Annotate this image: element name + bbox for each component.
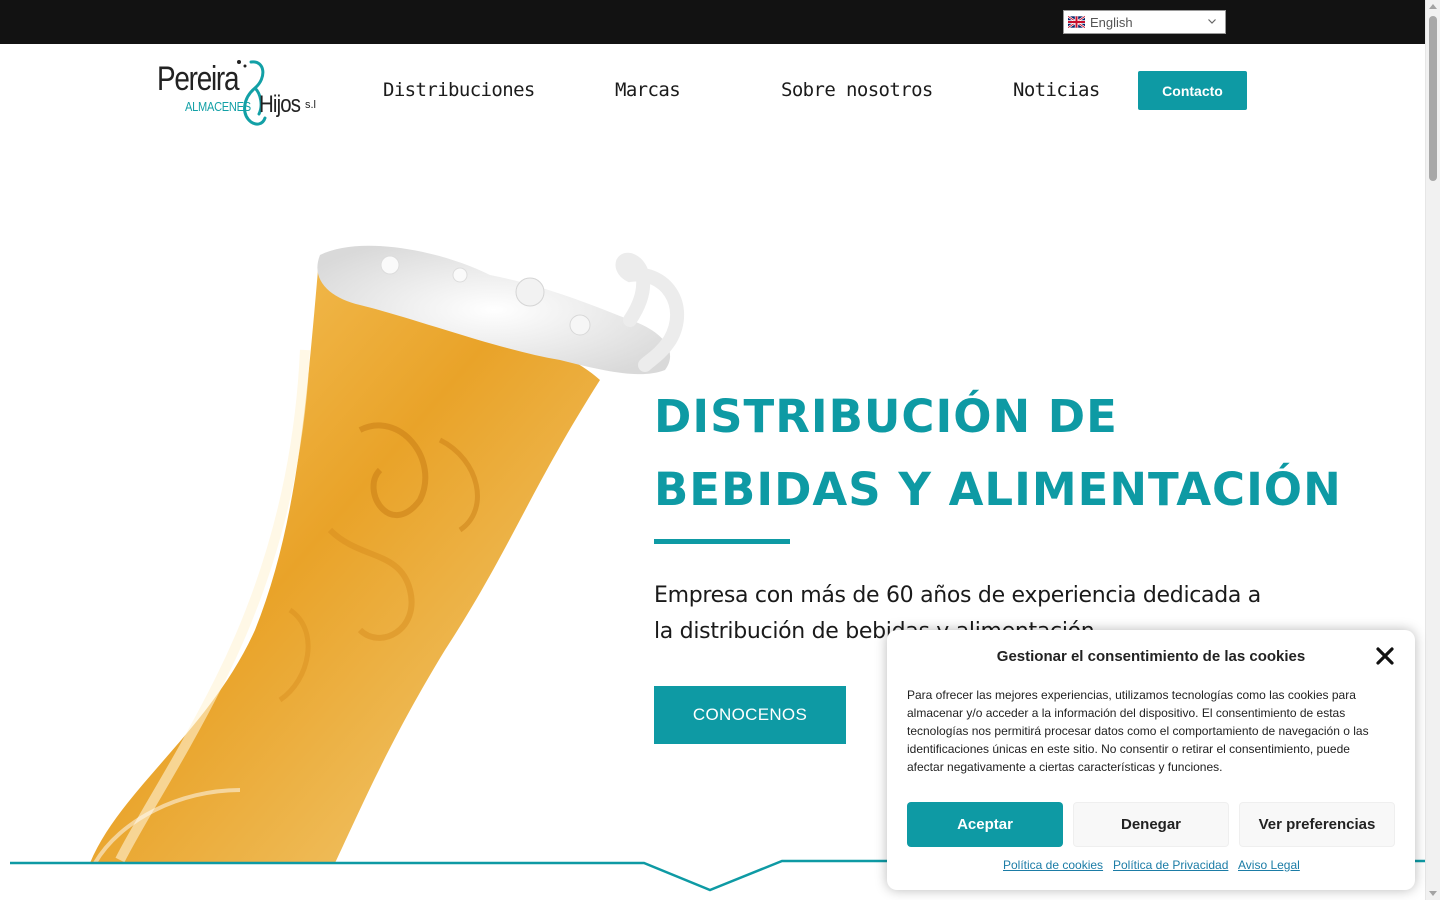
language-label: English — [1090, 14, 1133, 30]
logo-sub-text: ALMACENES — [185, 99, 251, 114]
nav-marcas[interactable]: Marcas — [615, 79, 681, 101]
logo-sl-text: s.l — [305, 99, 316, 111]
beer-glass-image — [90, 245, 685, 865]
contact-button[interactable]: Contacto — [1138, 71, 1247, 110]
page: English Pereira ALMACENES Hijos s.l Dist… — [0, 0, 1440, 900]
nav-distribuciones[interactable]: Distribuciones — [383, 79, 535, 101]
scroll-up-arrow-icon[interactable] — [1429, 4, 1437, 9]
hero-title-line1: DISTRIBUCIÓN DE — [654, 390, 1118, 443]
hero-title: DISTRIBUCIÓN DE BEBIDAS Y ALIMENTACIÓN — [654, 380, 1342, 526]
hero-title-line2: BEBIDAS Y ALIMENTACIÓN — [654, 463, 1342, 516]
site-logo[interactable]: Pereira ALMACENES Hijos s.l — [155, 58, 320, 130]
hero-divider — [654, 539, 790, 544]
uk-flag-icon — [1068, 16, 1085, 28]
deny-button[interactable]: Denegar — [1073, 802, 1229, 847]
logo-hijos-text: Hijos — [259, 91, 301, 118]
nav-noticias[interactable]: Noticias — [1013, 79, 1100, 101]
chevron-down-icon — [1208, 19, 1216, 24]
close-icon[interactable] — [1376, 647, 1394, 665]
privacy-policy-link[interactable]: Política de Privacidad — [1113, 858, 1228, 872]
logo-main-text: Pereira — [157, 60, 240, 98]
cookie-policy-link[interactable]: Política de cookies — [1003, 858, 1103, 872]
nav-sobre-nosotros[interactable]: Sobre nosotros — [781, 79, 933, 101]
cookie-consent-dialog: Gestionar el consentimiento de las cooki… — [887, 630, 1415, 890]
cookie-body-text: Para ofrecer las mejores experiencias, u… — [907, 688, 1369, 774]
language-select[interactable]: English — [1063, 10, 1226, 34]
cookie-title: Gestionar el consentimiento de las cooki… — [996, 648, 1306, 665]
scroll-down-arrow-icon[interactable] — [1429, 891, 1437, 896]
accept-button[interactable]: Aceptar — [907, 802, 1063, 847]
preferences-button[interactable]: Ver preferencias — [1239, 802, 1395, 847]
page-scrollbar[interactable] — [1425, 0, 1440, 900]
conocenos-button[interactable]: CONOCENOS — [654, 686, 846, 744]
legal-notice-link[interactable]: Aviso Legal — [1238, 858, 1300, 872]
top-bar: English — [0, 0, 1425, 44]
scroll-thumb[interactable] — [1429, 16, 1437, 181]
